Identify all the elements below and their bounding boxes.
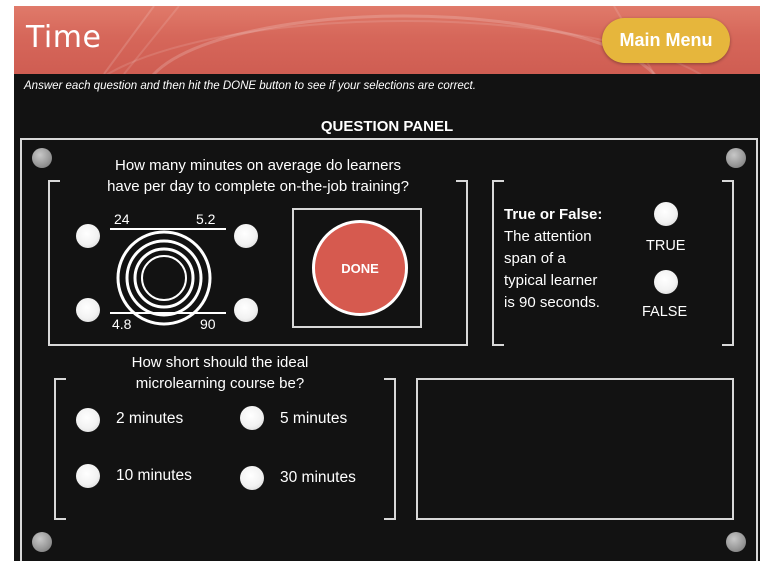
bracket-tick	[54, 518, 66, 520]
question2-line1: How short should the ideal	[131, 354, 309, 371]
q2-option-5-minutes-radio[interactable]	[240, 406, 264, 430]
screw-icon-top-left	[32, 148, 52, 168]
done-button[interactable]: DONE	[312, 220, 408, 316]
false-radio[interactable]	[654, 270, 678, 294]
q1-option-24-radio[interactable]	[76, 224, 100, 248]
screw-icon-bottom-left	[32, 532, 52, 552]
bracket-tick	[492, 344, 504, 346]
q1-option-90-label: 90	[200, 316, 216, 332]
bracket-tick	[384, 378, 396, 380]
feedback-box	[416, 378, 734, 520]
true-radio[interactable]	[654, 202, 678, 226]
instructions-text: Answer each question and then hit the DO…	[24, 80, 476, 92]
q2-option-30-minutes-label: 30 minutes	[280, 469, 356, 486]
q1-option-4-8-radio[interactable]	[76, 298, 100, 322]
true-false-question: True or False: The attention span of a t…	[504, 204, 634, 314]
bracket-tick	[722, 180, 734, 182]
bracket-tick	[384, 518, 396, 520]
q2-option-30-minutes-radio[interactable]	[240, 466, 264, 490]
bracket-tick	[722, 344, 734, 346]
screw-icon-top-right	[726, 148, 746, 168]
dial-bottom-line	[110, 312, 226, 314]
main-menu-button[interactable]: Main Menu	[602, 18, 730, 63]
false-label: FALSE	[642, 304, 688, 320]
true-false-line4: is 90 seconds.	[504, 294, 600, 311]
bracket-tick	[492, 180, 504, 182]
question1-line1: How many minutes on average do learners	[115, 157, 401, 174]
screw-icon-bottom-right	[726, 532, 746, 552]
q2-option-5-minutes-label: 5 minutes	[280, 410, 348, 427]
q1-option-5-2-radio[interactable]	[234, 224, 258, 248]
q1-option-90-radio[interactable]	[234, 298, 258, 322]
dial-top-line	[110, 228, 226, 230]
q2-option-2-minutes-radio[interactable]	[76, 408, 100, 432]
bracket-tick	[54, 378, 66, 380]
question2-box	[54, 378, 396, 520]
true-false-heading: True or False:	[504, 206, 603, 223]
header-bar: Time Main Menu	[14, 6, 760, 74]
done-button-frame: DONE	[292, 208, 422, 328]
bracket-bottom	[48, 344, 468, 346]
true-false-line3: typical learner	[504, 272, 598, 289]
question1-text: How many minutes on average do learners …	[58, 155, 458, 197]
true-label: TRUE	[646, 238, 686, 254]
question1-line2: have per day to complete on-the-job trai…	[107, 178, 409, 195]
true-false-line2: span of a	[504, 250, 566, 267]
q2-option-10-minutes-radio[interactable]	[76, 464, 100, 488]
question-panel-title: QUESTION PANEL	[320, 118, 454, 135]
q1-option-5-2-label: 5.2	[196, 211, 216, 227]
q2-option-2-minutes-label: 2 minutes	[116, 410, 184, 427]
q1-option-4-8-label: 4.8	[112, 316, 132, 332]
page-title: Time	[26, 20, 102, 55]
q1-option-24-label: 24	[114, 211, 130, 227]
q2-option-10-minutes-label: 10 minutes	[116, 467, 192, 484]
true-false-line1: The attention	[504, 228, 592, 245]
app-frame: Time Main Menu Answer each question and …	[14, 6, 760, 561]
